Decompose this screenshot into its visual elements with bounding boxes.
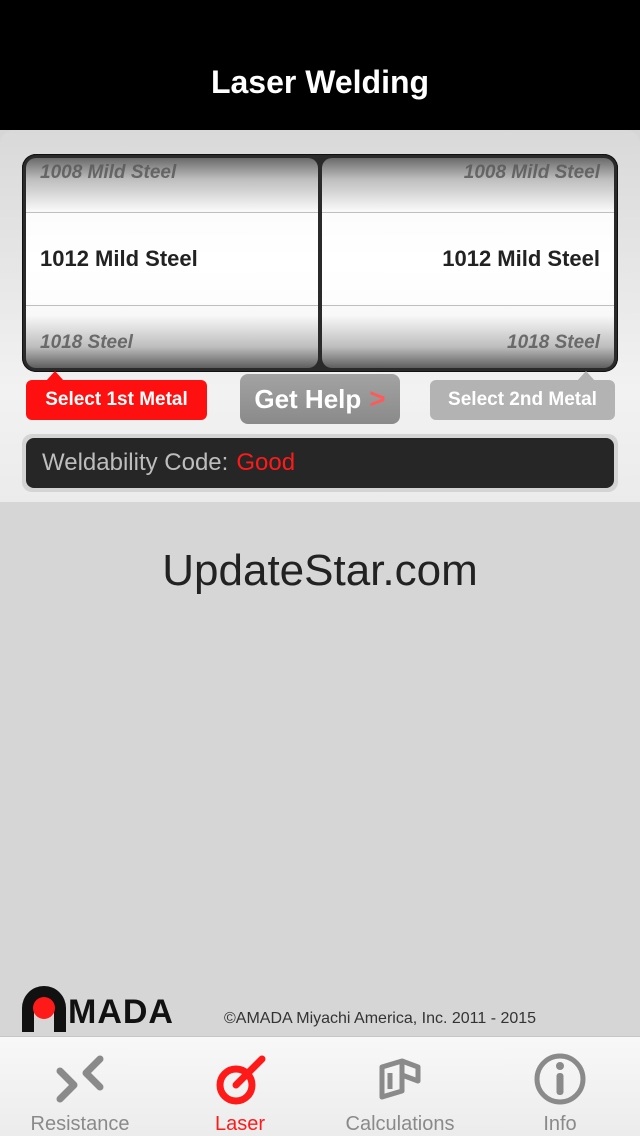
tab-label: Info: [543, 1113, 577, 1135]
metal-picker: 1008 Mild Steel 1012 Mild Steel 1018 Ste…: [22, 154, 618, 372]
second-metal-selected[interactable]: 1012 Mild Steel: [322, 246, 614, 272]
info-icon: [534, 1053, 586, 1105]
amada-logo: MADA: [20, 986, 220, 1032]
first-metal-wheel[interactable]: 1008 Mild Steel 1012 Mild Steel 1018 Ste…: [26, 158, 318, 368]
copyright-text: ©AMADA Miyachi America, Inc. 2011 - 2015: [224, 1010, 537, 1027]
calculations-icon: [379, 1058, 421, 1100]
get-help-button[interactable]: Get Help >: [240, 374, 400, 424]
tab-resistance[interactable]: Resistance: [0, 1037, 160, 1136]
second-metal-option-above[interactable]: 1008 Mild Steel: [322, 162, 614, 184]
second-metal-option-below[interactable]: 1018 Steel: [322, 332, 614, 354]
resistance-icon: [56, 1055, 104, 1103]
tab-label: Calculations: [345, 1113, 455, 1135]
watermark-text: UpdateStar.com: [162, 546, 478, 595]
metal-selection-panel: 1008 Mild Steel 1012 Mild Steel 1018 Ste…: [0, 130, 640, 502]
weldability-label: Weldability Code:: [42, 449, 229, 476]
tab-label: Laser: [214, 1113, 266, 1135]
chevron-right-icon: >: [369, 383, 386, 414]
tab-info[interactable]: Info: [480, 1037, 640, 1136]
weldability-code-bar: Weldability Code: Good: [22, 434, 618, 492]
weldability-value: Good: [236, 449, 296, 476]
footer: MADA ©AMADA Miyachi America, Inc. 2011 -…: [20, 982, 620, 1032]
get-help-label: Get Help: [254, 383, 362, 414]
navigation-bar: Laser Welding: [0, 0, 640, 130]
first-metal-option-below[interactable]: 1018 Steel: [26, 332, 318, 354]
logo-wordmark: MADA: [68, 993, 174, 1031]
select-second-metal-button[interactable]: Select 2nd Metal: [430, 371, 615, 420]
tab-laser[interactable]: Laser: [160, 1037, 320, 1136]
weldability-code-display: Weldability Code: Good: [26, 438, 614, 488]
first-metal-option-above[interactable]: 1008 Mild Steel: [26, 162, 318, 184]
page-title: Laser Welding: [210, 64, 430, 100]
tab-label: Resistance: [30, 1113, 130, 1135]
second-metal-wheel[interactable]: 1008 Mild Steel 1012 Mild Steel 1018 Ste…: [322, 158, 614, 368]
laser-icon: [216, 1055, 266, 1105]
amada-logo-mark: [22, 986, 66, 1032]
tab-bar: Resistance Laser Calculations Info: [0, 1036, 640, 1136]
select-first-metal-button[interactable]: Select 1st Metal: [26, 371, 207, 420]
first-metal-selected[interactable]: 1012 Mild Steel: [26, 246, 318, 272]
tab-calculations[interactable]: Calculations: [320, 1037, 480, 1136]
